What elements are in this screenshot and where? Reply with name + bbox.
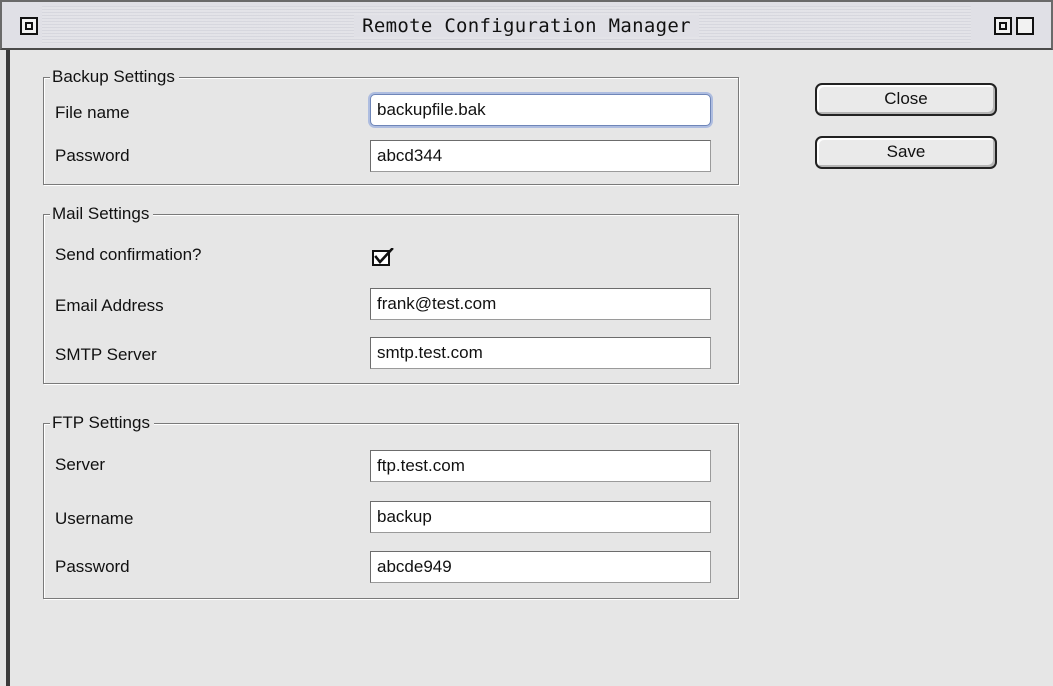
window-title: Remote Configuration Manager xyxy=(2,15,1051,37)
send-confirmation-checkbox[interactable] xyxy=(372,248,394,266)
ftp-password-label: Password xyxy=(55,557,130,576)
zoom-box-icon[interactable] xyxy=(994,17,1012,35)
ftp-settings-title: FTP Settings xyxy=(50,413,154,433)
backup-password-input[interactable] xyxy=(370,140,711,172)
backup-password-label: Password xyxy=(55,146,130,165)
title-bar[interactable]: Remote Configuration Manager xyxy=(0,0,1053,50)
file-name-input[interactable] xyxy=(370,94,711,126)
close-button[interactable]: Close xyxy=(815,83,997,116)
backup-settings-title: Backup Settings xyxy=(50,67,179,87)
ftp-server-input[interactable] xyxy=(370,450,711,482)
send-confirmation-label: Send confirmation? xyxy=(55,245,202,264)
content-area: Backup Settings File name Password Mail … xyxy=(10,50,1053,686)
smtp-server-input[interactable] xyxy=(370,337,711,369)
ftp-username-label: Username xyxy=(55,509,134,528)
email-address-input[interactable] xyxy=(370,288,711,320)
file-name-label: File name xyxy=(55,103,130,122)
smtp-server-label: SMTP Server xyxy=(55,345,157,364)
collapse-box-icon[interactable] xyxy=(1016,17,1034,35)
ftp-username-input[interactable] xyxy=(370,501,711,533)
email-address-label: Email Address xyxy=(55,296,164,315)
ftp-password-input[interactable] xyxy=(370,551,711,583)
mail-settings-title: Mail Settings xyxy=(50,204,154,224)
ftp-server-label: Server xyxy=(55,455,106,474)
save-button[interactable]: Save xyxy=(815,136,997,169)
app-window: Remote Configuration Manager Backup Sett… xyxy=(0,0,1053,686)
